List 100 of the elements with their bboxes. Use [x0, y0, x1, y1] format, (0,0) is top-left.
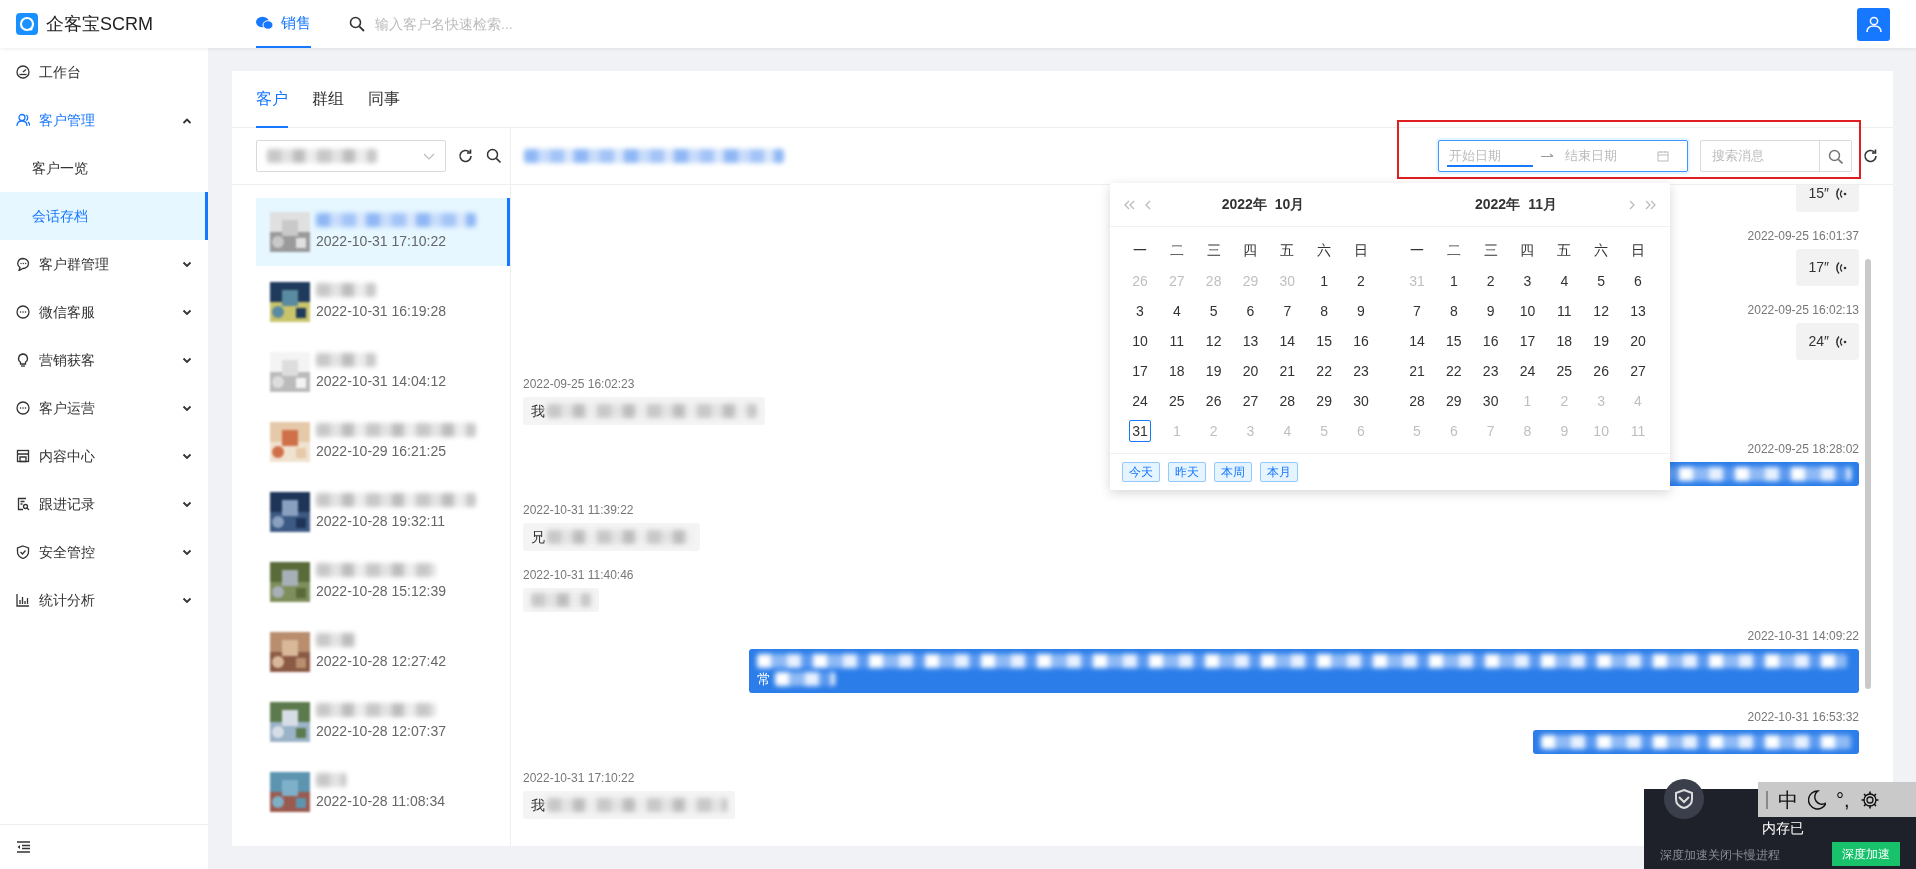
refresh-icon[interactable]	[458, 148, 474, 164]
contact-item[interactable]: 2022-10-28 11:08:34	[256, 758, 510, 826]
calendar-day[interactable]: 9	[1349, 299, 1372, 322]
calendar-day[interactable]: 17	[1516, 329, 1539, 352]
sidebar-item[interactable]: 微信客服	[0, 288, 208, 336]
moon-icon[interactable]	[1808, 789, 1826, 810]
calendar-day[interactable]: 9	[1479, 299, 1502, 322]
search-button[interactable]	[1819, 141, 1851, 171]
calendar-day[interactable]: 23	[1479, 359, 1502, 382]
calendar-day[interactable]: 15	[1442, 329, 1465, 352]
calendar-day[interactable]: 21	[1276, 359, 1299, 382]
calendar-day[interactable]: 28	[1406, 389, 1428, 412]
calendar-day[interactable]: 26	[1590, 359, 1613, 382]
calendar-day[interactable]: 5	[1202, 299, 1225, 322]
contact-item[interactable]: 2022-10-28 12:27:42	[256, 618, 510, 686]
voice-message[interactable]: 17″	[1796, 249, 1859, 286]
calendar-day[interactable]: 19	[1202, 359, 1225, 382]
calendar-day[interactable]: 16	[1349, 329, 1372, 352]
sidebar-item[interactable]: 营销获客	[0, 336, 208, 384]
nav-tab[interactable]: 销售	[256, 0, 311, 48]
calendar-day[interactable]: 2	[1479, 269, 1502, 292]
calendar-day[interactable]: 7	[1406, 299, 1428, 322]
collapse-menu-icon[interactable]	[16, 841, 31, 853]
preset-button[interactable]: 本周	[1214, 462, 1252, 482]
calendar-day[interactable]: 14	[1276, 329, 1299, 352]
calendar-day[interactable]: 31	[1129, 419, 1151, 442]
calendar-day[interactable]: 30	[1349, 389, 1372, 412]
sidebar-subitem[interactable]: 客户一览	[0, 144, 208, 192]
date-range-field[interactable]: 开始日期 结束日期	[1438, 140, 1688, 172]
calendar-day[interactable]: 8	[1313, 299, 1336, 322]
preset-button[interactable]: 本月	[1260, 462, 1298, 482]
sidebar-subitem[interactable]: 会话存档	[0, 192, 208, 240]
sidebar-item[interactable]: 统计分析	[0, 576, 208, 624]
voice-message[interactable]: 24″	[1796, 323, 1859, 360]
sidebar-item[interactable]: 内容中心	[0, 432, 208, 480]
search-box[interactable]: 搜索消息	[1700, 140, 1852, 172]
calendar-day[interactable]: 7	[1276, 299, 1299, 322]
contact-item[interactable]: 2022-10-28 15:12:39	[256, 548, 510, 616]
calendar-day[interactable]: 20	[1626, 329, 1649, 352]
contact-item[interactable]: 2022-10-31 16:19:28	[256, 268, 510, 336]
calendar-day[interactable]: 27	[1239, 389, 1262, 412]
select-field[interactable]	[256, 140, 446, 172]
calendar-day[interactable]: 22	[1313, 359, 1336, 382]
calendar-day[interactable]: 6	[1626, 269, 1649, 292]
tab[interactable]: 同事	[368, 71, 400, 128]
calendar-day[interactable]: 6	[1239, 299, 1262, 322]
calendar-day[interactable]: 28	[1276, 389, 1299, 412]
calendar-day[interactable]: 20	[1239, 359, 1262, 382]
calendar-day[interactable]: 21	[1406, 359, 1428, 382]
calendar-day[interactable]: 18	[1165, 359, 1188, 382]
sidebar-item[interactable]: 跟进记录	[0, 480, 208, 528]
calendar-day[interactable]: 25	[1553, 359, 1576, 382]
calendar-day[interactable]: 29	[1313, 389, 1336, 412]
calendar-day[interactable]: 11	[1553, 299, 1576, 322]
calendar-day[interactable]: 15	[1313, 329, 1336, 352]
calendar-day[interactable]: 5	[1590, 269, 1613, 292]
refresh-icon[interactable]	[1863, 148, 1879, 164]
calendar-day[interactable]: 2	[1349, 269, 1372, 292]
contact-item[interactable]: 2022-10-31 17:10:22	[256, 198, 510, 266]
calendar-day[interactable]: 16	[1479, 329, 1502, 352]
calendar-day[interactable]: 10	[1129, 329, 1151, 352]
calendar-day[interactable]: 13	[1626, 299, 1649, 322]
preset-button[interactable]: 昨天	[1168, 462, 1206, 482]
tab[interactable]: 客户	[256, 71, 288, 128]
calendar-day[interactable]: 18	[1553, 329, 1576, 352]
sidebar-item[interactable]: 安全管控	[0, 528, 208, 576]
calendar-day[interactable]: 12	[1590, 299, 1613, 322]
calendar-day[interactable]: 24	[1516, 359, 1539, 382]
calendar-day[interactable]: 27	[1626, 359, 1649, 382]
sidebar-item[interactable]: 工作台	[0, 48, 208, 96]
calendar-day[interactable]: 10	[1516, 299, 1539, 322]
calendar-day[interactable]: 17	[1129, 359, 1151, 382]
settings-icon[interactable]	[1859, 789, 1880, 810]
calendar-day[interactable]: 1	[1442, 269, 1465, 292]
sidebar-item[interactable]: 客户运营	[0, 384, 208, 432]
calendar-day[interactable]: 26	[1202, 389, 1225, 412]
calendar-day[interactable]: 8	[1442, 299, 1465, 322]
contact-item[interactable]: 2022-10-29 16:21:25	[256, 408, 510, 476]
contact-item[interactable]: 2022-10-31 14:04:12	[256, 338, 510, 406]
search-icon[interactable]	[486, 148, 502, 164]
ime-punctuation-button[interactable]: °,	[1836, 784, 1850, 815]
user-avatar-button[interactable]	[1857, 7, 1890, 41]
calendar-day[interactable]: 30	[1479, 389, 1502, 412]
calendar-day[interactable]: 25	[1165, 389, 1188, 412]
sidebar-item[interactable]: 客户管理	[0, 96, 208, 144]
calendar-day[interactable]: 29	[1442, 389, 1465, 412]
calendar-day[interactable]: 1	[1313, 269, 1336, 292]
calendar-day[interactable]: 11	[1165, 329, 1188, 352]
contact-item[interactable]: 2022-10-28 12:07:37	[256, 688, 510, 756]
voice-message[interactable]: 15″	[1796, 185, 1859, 212]
calendar-day[interactable]: 14	[1406, 329, 1428, 352]
calendar-day[interactable]: 22	[1442, 359, 1465, 382]
ime-mode-button[interactable]: 中	[1778, 784, 1798, 815]
calendar-day[interactable]: 4	[1165, 299, 1188, 322]
calendar-day[interactable]: 19	[1590, 329, 1613, 352]
calendar-day[interactable]: 24	[1129, 389, 1151, 412]
tab[interactable]: 群组	[312, 71, 344, 128]
sidebar-item[interactable]: 客户群管理	[0, 240, 208, 288]
calendar-day[interactable]: 12	[1202, 329, 1225, 352]
contact-item[interactable]: 2022-10-28 19:32:11	[256, 478, 510, 546]
